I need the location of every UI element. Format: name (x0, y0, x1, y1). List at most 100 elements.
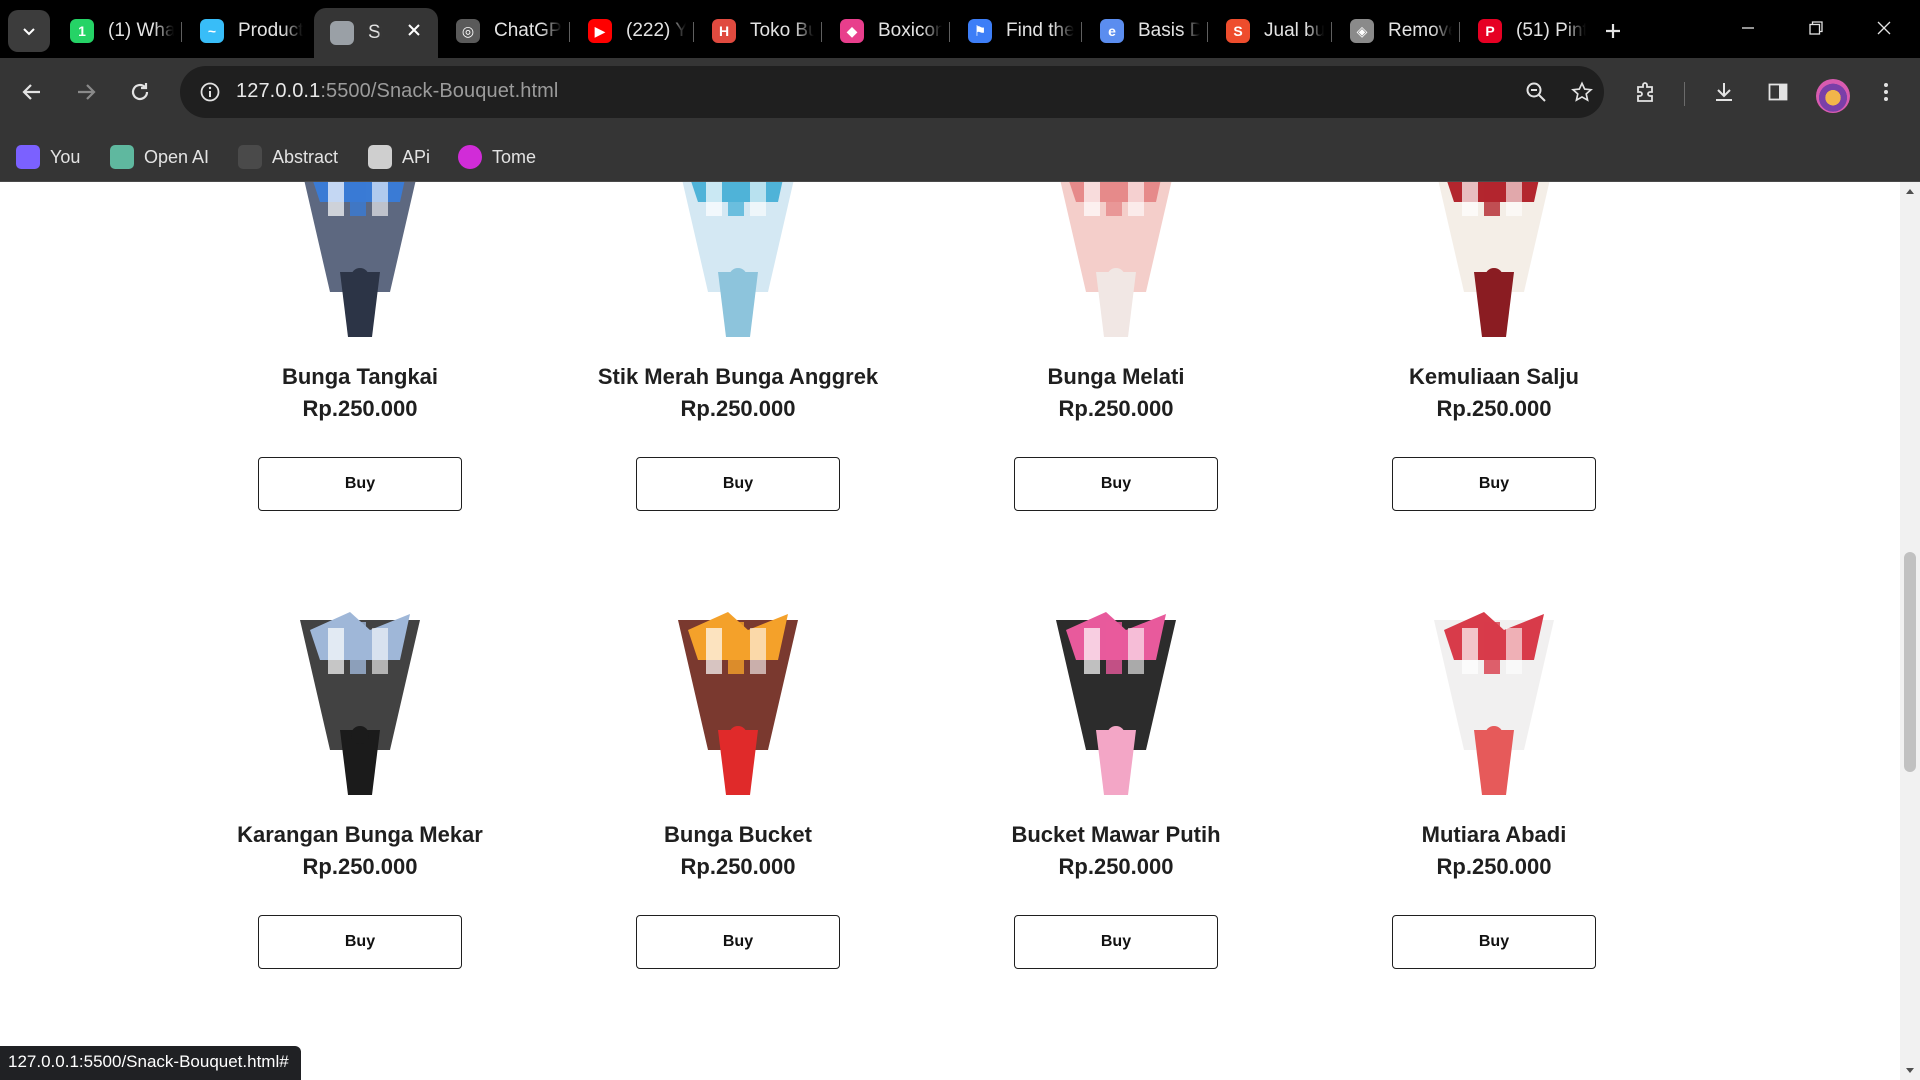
product-price: Rp.250.000 (1436, 854, 1552, 879)
product-name: Bunga Melati (1047, 364, 1185, 389)
product-name: Bunga Tangkai (281, 364, 439, 389)
bookmark-label: Tome (492, 146, 537, 167)
bookmark-3[interactable]: APi (368, 144, 430, 170)
shopee-icon: S (1226, 19, 1250, 43)
minimize-button[interactable] (1718, 8, 1778, 48)
bookmark-label: Open AI (144, 146, 210, 167)
url-text[interactable]: 127.0.0.1:5500/Snack-Bouquet.html (236, 80, 558, 103)
tab-8[interactable]: e Basis Data (1084, 8, 1206, 54)
tab-separator (821, 22, 822, 42)
tab-separator (949, 22, 950, 42)
buy-button[interactable]: Buy (1014, 457, 1218, 511)
product-card: Bunga Bucket Rp.250.000 Buy (578, 600, 898, 1020)
address-bar[interactable]: 127.0.0.1:5500/Snack-Bouquet.html (180, 66, 1604, 118)
product-image (682, 182, 794, 337)
bookmark-4[interactable]: Tome (458, 144, 536, 170)
tab-9[interactable]: S Jual bunga (1210, 8, 1330, 54)
buy-button[interactable]: Buy (1014, 915, 1218, 969)
scrollbar-thumb[interactable] (1904, 552, 1916, 772)
tab-10[interactable]: ◈ Remove (1334, 8, 1458, 54)
restore-icon (1809, 21, 1823, 35)
tab-1[interactable]: ~ Product (184, 8, 310, 54)
scroll-up-button[interactable] (1900, 182, 1920, 200)
tab-separator (181, 22, 182, 42)
buy-button[interactable]: Buy (1392, 915, 1596, 969)
tab-separator (1207, 22, 1208, 42)
tab-title: Jual bunga (1264, 20, 1324, 41)
extensions-button[interactable] (1624, 70, 1668, 114)
product-price: Rp.250.000 (680, 396, 796, 421)
product-image (1060, 182, 1172, 337)
tab-7[interactable]: ⚑ Find the (952, 8, 1080, 54)
plus-icon (1606, 24, 1620, 38)
tab-title: ChatGPT (494, 20, 562, 41)
product-image (1434, 612, 1554, 795)
tailwind-icon: ~ (200, 19, 224, 43)
buy-button[interactable]: Buy (1392, 457, 1596, 511)
tab-separator (1081, 22, 1082, 42)
bookmark-label: You (50, 146, 81, 167)
tab-0[interactable]: 1 (1) WhatsApp (54, 8, 180, 54)
bookmark-2[interactable]: Abstract (238, 144, 338, 170)
star-icon (1571, 81, 1593, 102)
menu-button[interactable] (1864, 70, 1908, 114)
buy-button[interactable]: Buy (258, 915, 462, 969)
url-host: 127.0.0.1 (236, 80, 321, 102)
boxicons-icon: ◆ (840, 19, 864, 43)
toolbar-divider (1684, 82, 1685, 106)
buy-button[interactable]: Buy (258, 457, 462, 511)
tab-title: (222) YouTube (626, 20, 686, 41)
bookmarks-bar: You Open AI Abstract APi Tome (0, 132, 1920, 182)
scroll-down-button[interactable] (1900, 1062, 1920, 1080)
forward-button[interactable] (64, 70, 108, 114)
buy-button[interactable]: Buy (636, 457, 840, 511)
tab-title: Boxicons (878, 20, 942, 41)
youtube-icon: ▶ (588, 19, 612, 43)
buy-button[interactable]: Buy (636, 915, 840, 969)
openai-icon (110, 145, 134, 169)
tab-2[interactable]: Snack (314, 8, 438, 58)
tab-separator (569, 22, 570, 42)
restore-button[interactable] (1786, 8, 1846, 48)
vertical-scrollbar[interactable] (1900, 182, 1920, 1080)
close-icon (1877, 21, 1891, 35)
more-vertical-icon (1884, 83, 1888, 101)
close-tab-button[interactable] (404, 20, 424, 40)
tab-search-button[interactable] (8, 10, 50, 52)
tab-strip: 1 (1) WhatsApp ~ Product Snack ◎ ChatGPT ▶ (222)… (0, 0, 1920, 58)
site-info-button[interactable] (194, 76, 226, 108)
tab-5[interactable]: H Toko Bunga (696, 8, 820, 54)
side-panel-button[interactable] (1756, 70, 1800, 114)
product-name: Kemuliaan Salju (1409, 364, 1579, 389)
flag-icon: ⚑ (968, 19, 992, 43)
product-name: Bunga Bucket (664, 822, 812, 847)
bookmark-1[interactable]: Open AI (110, 144, 209, 170)
arrow-left-icon (22, 84, 40, 100)
tab-separator (693, 22, 694, 42)
tab-title: Find the (1006, 20, 1074, 41)
profile-avatar[interactable] (1816, 79, 1850, 113)
tab-3[interactable]: ◎ ChatGPT (440, 8, 568, 54)
product-image (300, 612, 420, 795)
product-card: Mutiara Abadi Rp.250.000 Buy (1334, 600, 1654, 1020)
close-window-button[interactable] (1854, 8, 1914, 48)
reload-button[interactable] (118, 70, 162, 114)
reload-icon (131, 83, 149, 101)
bookmark-0[interactable]: You (16, 144, 80, 170)
tab-6[interactable]: ◆ Boxicons (824, 8, 948, 54)
page-viewport: Bunga Tangkai Rp.250.000 Buy Stik Merah Bun… (0, 182, 1900, 1080)
back-button[interactable] (10, 70, 54, 114)
arrow-right-icon (78, 84, 96, 100)
product-price: Rp.250.000 (302, 854, 418, 879)
tab-title: Snack (368, 22, 382, 43)
document-icon: e (1100, 19, 1124, 43)
product-card: Bucket Mawar Putih Rp.250.000 Buy (956, 600, 1276, 1020)
browser-toolbar: 127.0.0.1:5500/Snack-Bouquet.html (0, 58, 1920, 132)
new-tab-button[interactable] (1596, 14, 1630, 48)
zoom-button[interactable] (1520, 76, 1552, 108)
tab-4[interactable]: ▶ (222) YouTube (572, 8, 692, 54)
tab-11[interactable]: P (51) Pinterest (1462, 8, 1592, 54)
bookmark-star-button[interactable] (1566, 76, 1598, 108)
downloads-button[interactable] (1702, 70, 1746, 114)
puzzle-icon (1637, 82, 1653, 102)
